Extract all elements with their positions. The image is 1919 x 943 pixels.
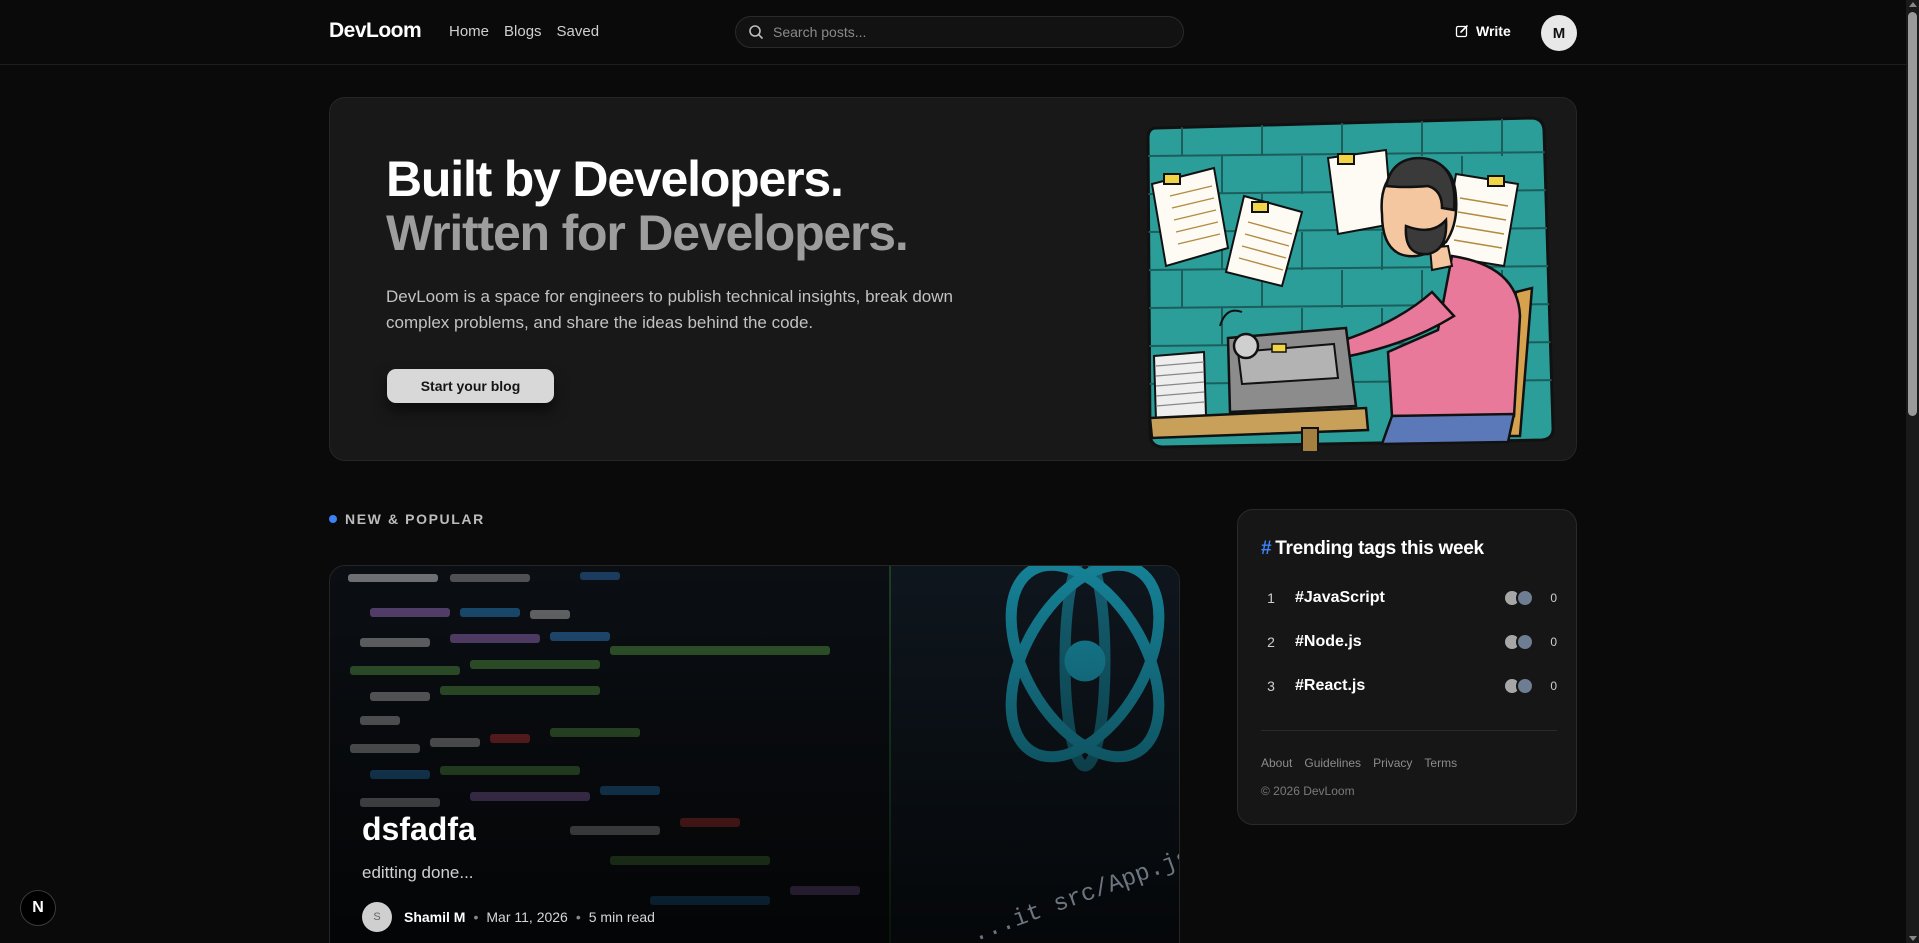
section-heading: NEW & POPULAR	[329, 511, 485, 527]
hero-title-line2: Written for Developers.	[386, 205, 909, 261]
footer-link-about[interactable]: About	[1261, 756, 1292, 770]
user-avatar[interactable]: M	[1541, 15, 1577, 51]
tag-count: 0	[1550, 679, 1557, 693]
sidebar-divider	[1261, 730, 1557, 731]
post-title[interactable]: dsfadfa	[362, 811, 476, 848]
write-button[interactable]: Write	[1455, 23, 1511, 39]
search-input[interactable]	[773, 24, 1153, 40]
tag-name[interactable]: #Node.js	[1295, 633, 1503, 651]
post-meta: S Shamil M • Mar 11, 2026 • 5 min read	[362, 902, 655, 932]
meta-separator: •	[473, 909, 479, 925]
hash-icon: #	[1261, 538, 1272, 559]
nav-link-blogs[interactable]: Blogs	[504, 23, 542, 40]
trending-tags-title-text: Trending tags this week	[1275, 538, 1484, 559]
tag-avatars	[1503, 633, 1537, 651]
pen-square-icon	[1455, 25, 1468, 38]
search-icon	[749, 25, 763, 39]
hero-title-line1: Built by Developers.	[386, 151, 844, 207]
copyright-text: © 2026 DevLoom	[1261, 784, 1355, 798]
section-dot-icon	[329, 515, 337, 523]
site-logo[interactable]: DevLoom	[329, 19, 422, 43]
meta-separator: •	[575, 909, 581, 925]
tag-row[interactable]: 2 #Node.js 0	[1261, 630, 1557, 654]
nav-link-saved[interactable]: Saved	[557, 23, 600, 40]
page-scrollbar[interactable]	[1906, 0, 1919, 943]
tag-row[interactable]: 3 #React.js 0	[1261, 674, 1557, 698]
trending-tags-panel: # Trending tags this week 1 #JavaScript 0…	[1237, 509, 1577, 825]
tag-name[interactable]: #JavaScript	[1295, 589, 1503, 607]
hero-title: Built by Developers. Written for Develop…	[386, 151, 909, 261]
search-box[interactable]	[735, 16, 1184, 48]
scroll-down-arrow-icon[interactable]	[1909, 936, 1917, 941]
tag-count: 0	[1550, 591, 1557, 605]
footer-link-privacy[interactable]: Privacy	[1373, 756, 1412, 770]
nextjs-dev-badge[interactable]: N	[20, 890, 56, 926]
nav-link-home[interactable]: Home	[449, 23, 489, 40]
tag-rank: 3	[1267, 678, 1275, 694]
start-blog-button[interactable]: Start your blog	[387, 369, 554, 403]
main-nav: Home Blogs Saved	[449, 23, 599, 40]
trending-tags-title: # Trending tags this week	[1261, 538, 1484, 560]
hero-banner: Built by Developers. Written for Develop…	[329, 97, 1577, 461]
post-read-time: 5 min read	[588, 909, 655, 925]
footer-link-guidelines[interactable]: Guidelines	[1304, 756, 1361, 770]
scroll-up-arrow-icon[interactable]	[1909, 2, 1917, 7]
footer-link-terms[interactable]: Terms	[1424, 756, 1457, 770]
featured-post-card[interactable]: ...it src/App.js and save to dsfadfa edi…	[329, 565, 1180, 943]
hero-description: DevLoom is a space for engineers to publ…	[386, 287, 953, 332]
tag-rank: 1	[1267, 590, 1275, 606]
section-heading-label: NEW & POPULAR	[345, 511, 485, 527]
post-date: Mar 11, 2026	[486, 909, 568, 925]
post-author[interactable]: Shamil M	[404, 909, 465, 925]
tag-count: 0	[1550, 635, 1557, 649]
footer-links: About Guidelines Privacy Terms	[1261, 756, 1457, 770]
developer-typing-illustration	[1146, 116, 1555, 451]
tag-avatars	[1503, 677, 1537, 695]
post-excerpt: editting done...	[362, 863, 474, 882]
tag-avatars	[1503, 589, 1537, 607]
post-cover-image: ...it src/App.js and save to	[330, 566, 1179, 943]
tag-rank: 2	[1267, 634, 1275, 650]
tag-row[interactable]: 1 #JavaScript 0	[1261, 586, 1557, 610]
author-avatar[interactable]: S	[362, 902, 392, 932]
write-button-label: Write	[1476, 23, 1511, 39]
scrollbar-thumb[interactable]	[1908, 12, 1917, 416]
tag-name[interactable]: #React.js	[1295, 677, 1503, 695]
top-navbar: DevLoom Home Blogs Saved Write M	[0, 0, 1906, 65]
